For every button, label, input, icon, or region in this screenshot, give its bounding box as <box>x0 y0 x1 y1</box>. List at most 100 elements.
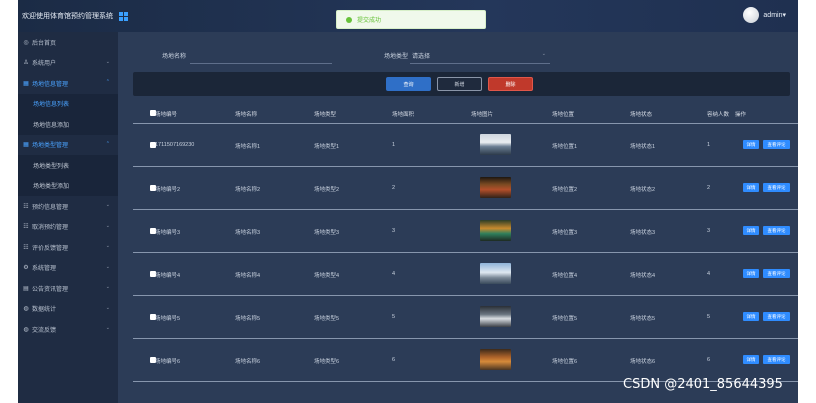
table-cell: 场地位置3 <box>552 230 578 236</box>
chevron-down-icon: ⌄ <box>105 304 110 311</box>
gear-icon: ⚙ <box>23 265 29 272</box>
table-cell: 场地位置1 <box>552 144 578 150</box>
table-row[interactable]: 场地编号5 场地名称5 场地类型5 5 场地位置5 场地状态5 5 详情 查看评论 <box>133 296 798 339</box>
grid-icon: ▦ <box>23 80 29 87</box>
sidebar-item[interactable]: ⚙ 系统管理 ⌄ <box>18 258 118 279</box>
venue-image <box>480 306 511 327</box>
column-header: 场地名称 <box>235 112 258 118</box>
table-row[interactable]: 场地编号2 场地名称2 场地类型2 2 场地位置2 场地状态2 2 详情 查看评论 <box>133 167 798 210</box>
list-icon: ☷ <box>23 244 29 251</box>
sidebar-item[interactable]: ☷ 取消预约管理 ⌄ <box>18 217 118 238</box>
table-row[interactable]: 场地编号4 场地名称4 场地类型4 4 场地位置4 场地状态4 4 详情 查看评论 <box>133 253 798 296</box>
sidebar-item-label: 场地信息管理 <box>32 81 69 88</box>
sidebar-item[interactable]: ☷ 预约信息管理 ⌄ <box>18 196 118 217</box>
column-header: 场地图片 <box>471 112 494 118</box>
column-header: 场地状态 <box>630 112 653 118</box>
table-cell: 5 <box>392 314 396 320</box>
table-cell: 场地编号5 <box>155 316 181 322</box>
sidebar-subitem[interactable]: 场地类型添加 <box>18 175 118 196</box>
table-cell: 场地类型1 <box>314 144 340 150</box>
view-comments-button[interactable]: 查看评论 <box>763 269 790 278</box>
venue-image <box>480 177 511 198</box>
menu-grid-icon[interactable] <box>119 11 128 21</box>
sidebar-item-label: 后台首页 <box>32 40 57 47</box>
table-cell: 1 <box>392 142 396 148</box>
add-button[interactable]: 新增 <box>437 77 482 91</box>
sidebar-subitem[interactable]: 场地信息添加 <box>18 114 118 135</box>
avatar[interactable] <box>743 7 760 23</box>
table-cell: 场地状态6 <box>630 359 656 365</box>
view-comments-button[interactable]: 查看评论 <box>763 140 790 149</box>
table-cell: 场地名称1 <box>235 144 261 150</box>
query-button[interactable]: 查询 <box>386 77 431 91</box>
sidebar: ◎ 后台首页 ♙ 系统用户 ⌄ ▦ 场地信息管理 ⌃ 场地信息列表 场地信息添加 ▦ 场地类型管理 ⌃ 场… <box>18 32 118 403</box>
sidebar-item-label: 评价反馈管理 <box>32 245 69 252</box>
detail-button[interactable]: 详情 <box>743 226 759 235</box>
chart-icon: ◍ <box>23 306 29 313</box>
detail-button[interactable]: 详情 <box>743 183 759 192</box>
venue-type-select[interactable]: 请选择 ⌄ <box>410 45 550 64</box>
venue-name-input[interactable] <box>190 45 332 64</box>
table-cell: 3 <box>707 228 711 234</box>
detail-button[interactable]: 详情 <box>743 355 759 364</box>
column-header: 容纳人数 <box>707 112 730 118</box>
table-cell: 4 <box>392 271 396 277</box>
table-cell: 场地状态2 <box>630 187 656 193</box>
column-header: 场地类型 <box>314 112 337 118</box>
column-header: 操作 <box>735 112 747 118</box>
venue-image <box>480 263 511 284</box>
venue-image <box>480 349 511 370</box>
list-icon: ☷ <box>23 224 29 231</box>
column-header: 场地面积 <box>392 112 415 118</box>
view-comments-button[interactable]: 查看评论 <box>763 226 790 235</box>
sidebar-item[interactable]: ◍ 数据统计 ⌄ <box>18 299 118 320</box>
app-title: 欢迎使用体育馆预约管理系统 <box>22 13 113 20</box>
detail-button[interactable]: 详情 <box>743 140 759 149</box>
column-header: 场地编号 <box>155 112 178 118</box>
table-cell: 5 <box>707 314 711 320</box>
table-cell: 场地编号4 <box>155 273 181 279</box>
view-comments-button[interactable]: 查看评论 <box>763 355 790 364</box>
table-cell: 2 <box>707 185 711 191</box>
venue-image <box>480 134 511 155</box>
sidebar-subitem[interactable]: 场地类型列表 <box>18 155 118 176</box>
table-cell: 场地类型4 <box>314 273 340 279</box>
table-cell: 场地类型2 <box>314 187 340 193</box>
table-cell: 场地编号6 <box>155 359 181 365</box>
table-cell: 场地类型6 <box>314 359 340 365</box>
sidebar-item-label: 预约信息管理 <box>32 204 69 211</box>
table-cell: 场地类型3 <box>314 230 340 236</box>
user-menu[interactable]: admin▾ <box>743 7 786 23</box>
dashboard-icon: ◎ <box>23 39 29 46</box>
column-header: 场地位置 <box>552 112 575 118</box>
table-header: 场地编号 场地名称 场地类型 场地面积 场地图片 场地位置 场地状态 容纳人数 操作 <box>133 102 798 124</box>
sidebar-subitem[interactable]: 场地信息列表 <box>18 93 118 114</box>
table-row[interactable]: 场地编号6 场地名称6 场地类型6 6 场地位置6 场地状态6 6 详情 查看评论 <box>133 339 798 382</box>
delete-button[interactable]: 删除 <box>488 77 533 91</box>
chevron-down-icon: ⌄ <box>105 243 110 249</box>
sidebar-item[interactable]: ▤ 公告资讯管理 ⌄ <box>18 278 118 299</box>
sidebar-item[interactable]: ▦ 场地类型管理 ⌃ <box>18 135 118 156</box>
detail-button[interactable]: 详情 <box>743 312 759 321</box>
list-icon: ☷ <box>23 203 29 210</box>
table-cell: 场地类型5 <box>314 316 340 322</box>
search-form: 场地名称 场地类型 请选择 ⌄ <box>118 42 798 68</box>
sidebar-item[interactable]: ♙ 系统用户 ⌄ <box>18 53 118 74</box>
user-name[interactable]: admin▾ <box>763 11 786 19</box>
sidebar-item[interactable]: ▦ 场地信息管理 ⌃ <box>18 73 118 94</box>
chevron-down-icon: ⌄ <box>105 222 110 229</box>
sidebar-item[interactable]: ◎ 后台首页 <box>18 32 118 53</box>
main-content: 场地名称 场地类型 请选择 ⌄ 查询 新增 删除 场地编号 场地名称 场地类型 场地面… <box>118 32 798 403</box>
chevron-down-icon: ⌄ <box>105 325 110 331</box>
sidebar-item[interactable]: ◍ 交流反馈 ⌄ <box>18 319 118 340</box>
grid-icon: ▦ <box>23 142 29 149</box>
sidebar-item[interactable]: ☷ 评价反馈管理 ⌄ <box>18 237 118 258</box>
view-comments-button[interactable]: 查看评论 <box>763 183 790 192</box>
sidebar-item-label: 数据统计 <box>32 307 57 314</box>
table-row[interactable]: 场地编号3 场地名称3 场地类型3 3 场地位置3 场地状态3 3 详情 查看评论 <box>133 210 798 253</box>
table-cell: 场地名称2 <box>235 187 261 193</box>
detail-button[interactable]: 详情 <box>743 269 759 278</box>
app-window: 欢迎使用体育馆预约管理系统 admin▾ 提交成功 ◎ 后台首页 ♙ 系统用户 ⌄ ▦ 场地… <box>18 0 798 403</box>
view-comments-button[interactable]: 查看评论 <box>763 312 790 321</box>
table-row[interactable]: 1711507169230 场地名称1 场地类型1 1 场地位置1 场地状态1 1 详情 查看评… <box>133 124 798 167</box>
